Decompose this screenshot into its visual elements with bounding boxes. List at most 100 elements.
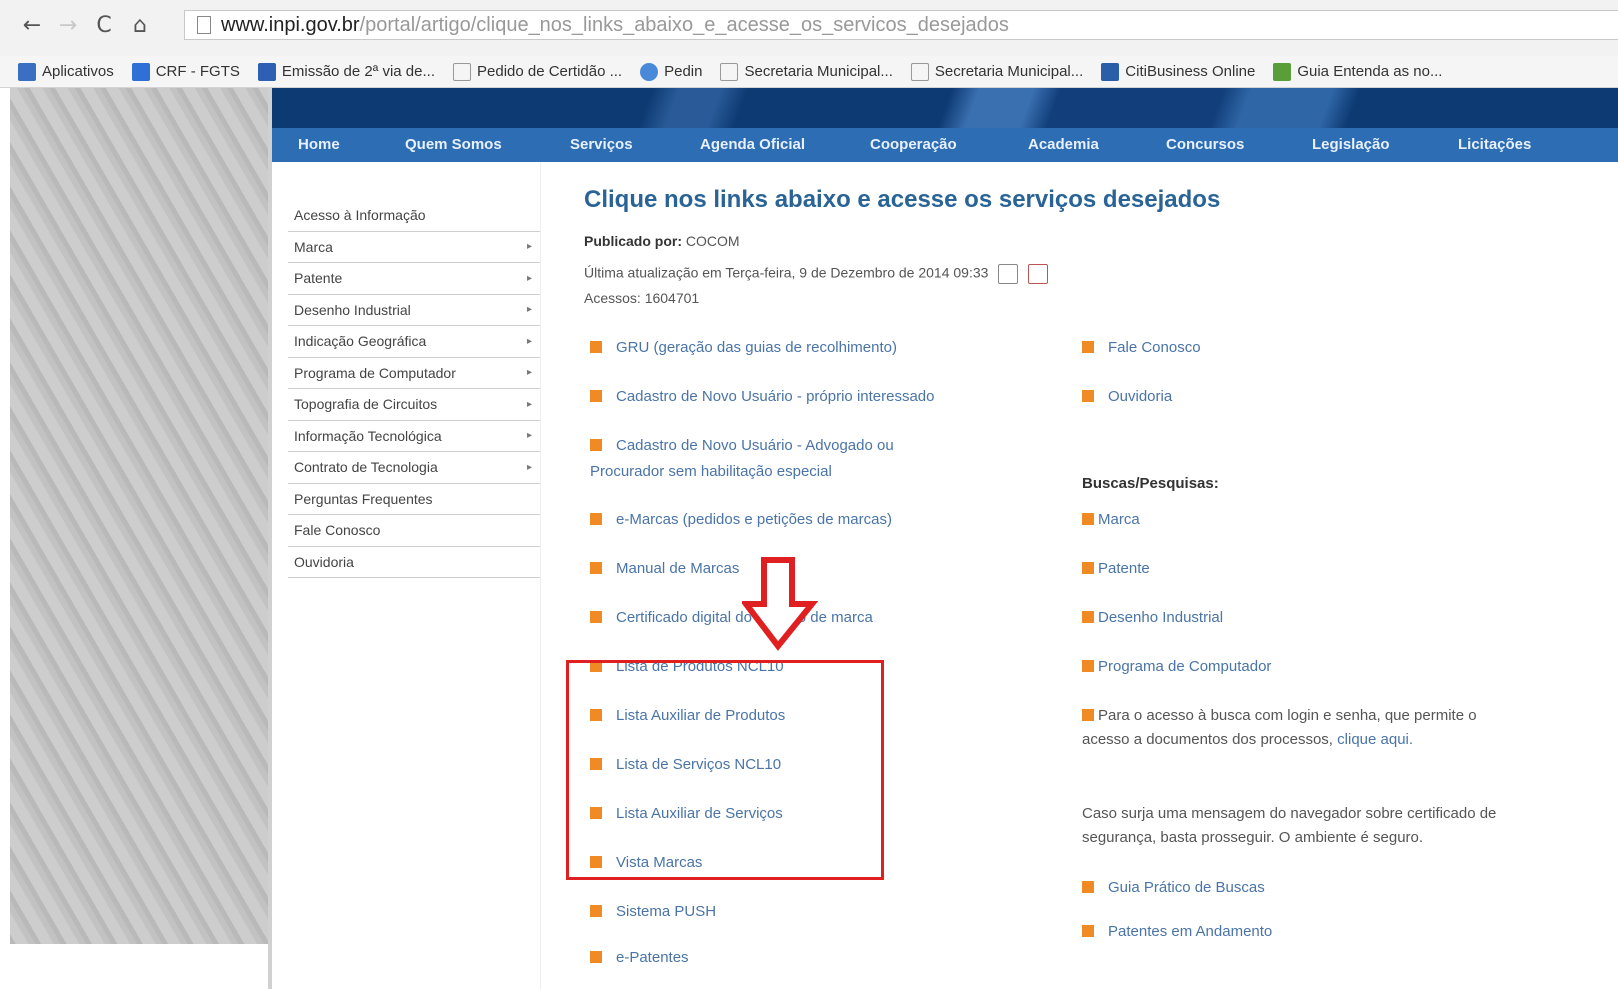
bookmark-pedido-certidao[interactable]: Pedido de Certidão ... <box>453 62 623 81</box>
bookmark-citibusiness[interactable]: CitiBusiness Online <box>1101 62 1255 81</box>
link-label: Guia Prático de Buscas <box>1108 879 1265 896</box>
nav-concursos[interactable]: Concursos <box>1166 136 1244 153</box>
bullet-icon <box>1082 709 1094 721</box>
sidebar-item-indicacao-geografica[interactable]: Indicação Geográfica ▸ <box>288 326 540 358</box>
bullet-icon <box>590 562 602 574</box>
sidebar-item-patente[interactable]: Patente ▸ <box>288 263 540 295</box>
apps-icon <box>18 62 36 81</box>
link-label: Sistema PUSH <box>616 903 717 920</box>
bookmark-secretaria-1[interactable]: Secretaria Municipal... <box>720 62 893 81</box>
sidebar-item-label: Contrato de Tecnologia <box>294 459 438 476</box>
print-icon[interactable] <box>1028 264 1049 284</box>
sidebar-item-marca[interactable]: Marca ▸ <box>288 232 540 263</box>
link-label: Cadastro de Novo Usuário - Advogado ou <box>616 437 894 454</box>
link-label: Desenho Industrial <box>1098 609 1224 626</box>
bullet-icon <box>1082 562 1094 574</box>
bullet-icon <box>1082 341 1094 353</box>
link-cadastro-advogado-cont[interactable]: Procurador sem habilitação especial <box>590 460 832 484</box>
nav-agenda-oficial[interactable]: Agenda Oficial <box>700 136 805 153</box>
link-ouvidoria[interactable]: Ouvidoria <box>1082 385 1172 409</box>
link-cadastro-proprio[interactable]: Cadastro de Novo Usuário - próprio inter… <box>590 385 935 409</box>
link-guia-pratico-buscas[interactable]: Guia Prático de Buscas <box>1082 876 1265 900</box>
published-label: Publicado por: <box>584 233 682 249</box>
bullet-icon <box>1082 611 1094 623</box>
nav-home[interactable]: Home <box>298 136 340 153</box>
nav-servicos[interactable]: Serviços <box>570 136 633 153</box>
download-icon <box>1273 62 1292 81</box>
bullet-icon <box>590 905 602 917</box>
certificate-notice: Caso surja uma mensagem do navegador sob… <box>1082 802 1582 850</box>
sidebar-item-topografia-circuitos[interactable]: Topografia de Circuitos ▸ <box>288 389 540 421</box>
link-e-marcas[interactable]: e-Marcas (pedidos e petições de marcas) <box>590 508 892 532</box>
submenu-arrow-icon: ▸ <box>526 398 532 410</box>
bookmark-icon <box>257 62 276 81</box>
link-cadastro-advogado[interactable]: Cadastro de Novo Usuário - Advogado ou <box>590 434 894 458</box>
address-bar[interactable]: www.inpi.gov.br /portal/artigo/clique_no… <box>184 10 1618 40</box>
link-busca-marca[interactable]: Marca <box>1082 508 1140 532</box>
link-busca-patente[interactable]: Patente <box>1082 557 1150 581</box>
address-row: ← → C ⌂ www.inpi.gov.br /portal/artigo/c… <box>0 10 1618 40</box>
back-icon[interactable]: ← <box>14 10 50 40</box>
submenu-arrow-icon: ▸ <box>526 335 532 347</box>
bookmark-guia-entenda[interactable]: Guia Entenda as no... <box>1273 62 1442 81</box>
sidebar-item-informacao-tecnologica[interactable]: Informação Tecnológica ▸ <box>288 421 540 452</box>
link-label: e-Patentes <box>616 949 689 966</box>
bookmark-emissao[interactable]: Emissão de 2ª via de... <box>257 62 435 81</box>
nav-cooperacao[interactable]: Cooperação <box>870 136 957 153</box>
bookmark-label: Pedido de Certidão ... <box>477 63 623 80</box>
clique-aqui-link[interactable]: clique aqui. <box>1337 731 1413 748</box>
nav-academia[interactable]: Academia <box>1028 136 1099 153</box>
link-label: Ouvidoria <box>1108 388 1173 405</box>
sidebar-item-label: Acesso à Informação <box>294 207 426 224</box>
bookmark-secretaria-2[interactable]: Secretaria Municipal... <box>910 62 1084 81</box>
link-busca-desenho-industrial[interactable]: Desenho Industrial <box>1082 606 1223 630</box>
reload-icon[interactable]: C <box>86 10 122 40</box>
link-busca-programa-computador[interactable]: Programa de Computador <box>1082 655 1271 679</box>
submenu-arrow-icon: ▸ <box>526 461 532 473</box>
nav-licitacoes[interactable]: Licitações <box>1458 136 1531 153</box>
bookmark-crf-fgts[interactable]: CRF - FGTS <box>131 62 240 81</box>
bullet-icon <box>1082 390 1094 402</box>
bullet-icon <box>1082 881 1094 893</box>
link-label: Patente <box>1098 560 1150 577</box>
highlight-box <box>566 660 884 880</box>
bookmark-label: Secretaria Municipal... <box>934 63 1084 80</box>
sidebar-item-contrato-tecnologia[interactable]: Contrato de Tecnologia ▸ <box>288 452 540 484</box>
link-patentes-andamento[interactable]: Patentes em Andamento <box>1082 920 1272 944</box>
down-arrow-icon <box>742 557 819 651</box>
sidebar-menu: Acesso à Informação Marca ▸ Patente ▸ Dese… <box>288 200 540 578</box>
bullet-icon <box>1082 925 1094 937</box>
link-sistema-push[interactable]: Sistema PUSH <box>590 900 716 924</box>
bookmark-label: CRF - FGTS <box>155 63 240 80</box>
forward-icon[interactable]: → <box>50 10 86 40</box>
home-icon[interactable]: ⌂ <box>122 10 158 40</box>
link-gru[interactable]: GRU (geração das guias de recolhimento) <box>590 336 897 360</box>
bullet-icon <box>590 513 602 525</box>
sidebar-item-desenho-industrial[interactable]: Desenho Industrial ▸ <box>288 295 540 326</box>
sidebar-item-programa-computador[interactable]: Programa de Computador ▸ <box>288 358 540 389</box>
page-icon <box>453 62 471 81</box>
sidebar-item-acesso-informacao[interactable]: Acesso à Informação <box>288 200 540 232</box>
link-manual-marcas[interactable]: Manual de Marcas <box>590 557 739 581</box>
nav-quem-somos[interactable]: Quem Somos <box>405 136 502 153</box>
sidebar-item-label: Indicação Geográfica <box>294 333 427 350</box>
bookmark-aplicativos[interactable]: Aplicativos <box>18 62 114 81</box>
submenu-arrow-icon: ▸ <box>526 272 532 284</box>
cert-text-1: Caso surja uma mensagem do navegador sob… <box>1082 805 1497 822</box>
link-fale-conosco[interactable]: Fale Conosco <box>1082 336 1201 360</box>
nav-legislacao[interactable]: Legislação <box>1312 136 1390 153</box>
sidebar-item-fale-conosco[interactable]: Fale Conosco <box>288 515 540 547</box>
email-icon[interactable] <box>998 264 1019 284</box>
link-label: Procurador sem habilitação especial <box>590 463 832 480</box>
top-nav: Home Quem Somos Serviços Agenda Oficial … <box>272 128 1618 162</box>
bookmark-pedin[interactable]: Pedin <box>640 62 702 81</box>
last-updated: Última atualização em Terça-feira, 9 de … <box>584 264 1049 284</box>
sidebar-item-perguntas-frequentes[interactable]: Perguntas Frequentes <box>288 484 540 515</box>
bullet-icon <box>590 390 602 402</box>
bullet-icon <box>590 341 602 353</box>
sidebar-item-ouvidoria[interactable]: Ouvidoria <box>288 547 540 578</box>
link-label: Marca <box>1098 511 1140 528</box>
link-e-patentes[interactable]: e-Patentes <box>590 946 689 970</box>
sidebar-item-label: Patente <box>294 270 343 287</box>
link-certificado-digital[interactable]: Certificado digital do registro de marca <box>590 606 873 630</box>
